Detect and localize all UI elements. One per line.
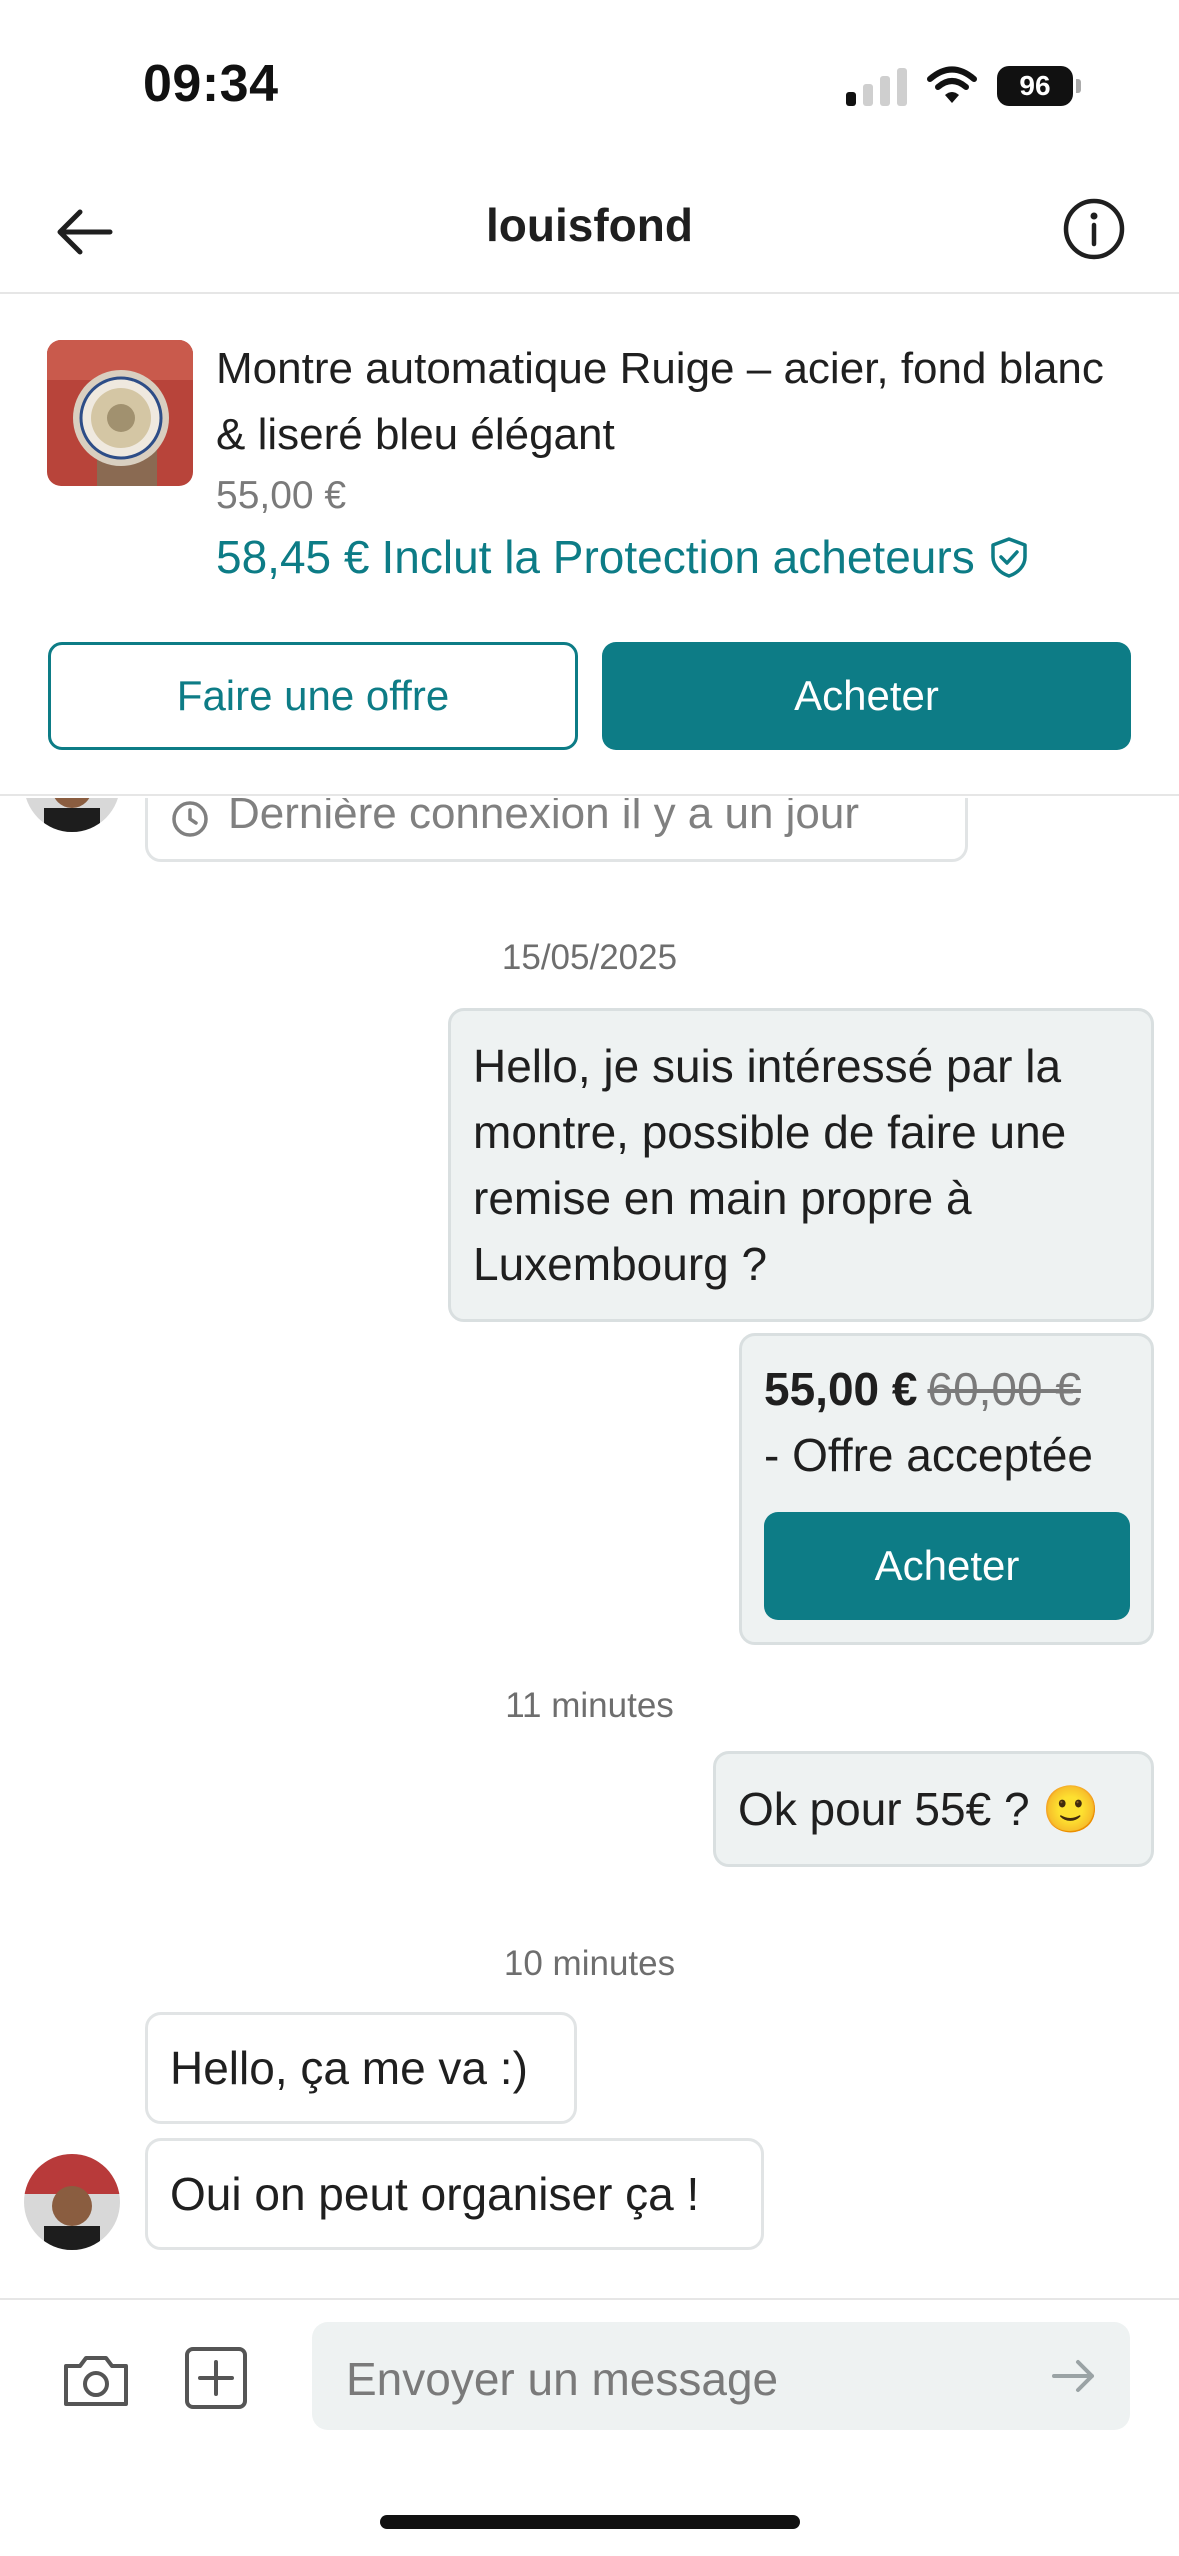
message-bubble-sent[interactable]: Hello, je suis intéressé par la montre, … xyxy=(448,1008,1154,1322)
status-bar: 09:34 96 xyxy=(0,0,1179,170)
conversation-title[interactable]: louisfond xyxy=(0,198,1179,252)
item-card: Montre automatique Ruige – acier, fond b… xyxy=(0,296,1179,796)
item-price: 55,00 € xyxy=(216,474,347,517)
date-separator: 15/05/2025 xyxy=(501,938,678,977)
shield-check-icon xyxy=(990,537,1027,578)
wifi-icon xyxy=(927,66,977,103)
cellular-signal-icon xyxy=(846,66,907,106)
battery-level: 96 xyxy=(997,66,1073,106)
home-indicator[interactable] xyxy=(380,2515,800,2529)
offer-price-line: 55,00 €60,00 € xyxy=(764,1356,1129,1422)
info-icon[interactable] xyxy=(1059,194,1129,264)
message-input[interactable]: Envoyer un message xyxy=(312,2322,1130,2430)
offer-message: 55,00 €60,00 € - Offre acceptée Acheter xyxy=(739,1333,1154,1645)
status-time: 09:34 xyxy=(143,55,279,113)
status-icons: 96 xyxy=(846,62,1081,110)
camera-icon[interactable] xyxy=(60,2348,132,2412)
last-seen-status: Dernière connexion il y a un jour xyxy=(145,798,968,862)
item-thumbnail[interactable] xyxy=(47,340,193,486)
conversation-header: louisfond xyxy=(0,170,1179,294)
buy-button[interactable]: Acheter xyxy=(602,642,1131,750)
message-bubble-received[interactable]: Hello, ça me va :) xyxy=(145,2012,577,2124)
message-bubble-received[interactable]: Oui on peut organiser ça ! xyxy=(145,2138,764,2250)
battery-icon: 96 xyxy=(997,66,1081,106)
message-list[interactable]: Dernière connexion il y a un jour 15/05/… xyxy=(0,798,1179,2300)
item-title[interactable]: Montre automatique Ruige – acier, fond b… xyxy=(216,336,1136,468)
avatar[interactable] xyxy=(24,2154,120,2250)
avatar[interactable] xyxy=(24,798,120,832)
offer-buy-button[interactable]: Acheter xyxy=(764,1512,1130,1620)
message-bubble-sent[interactable]: Ok pour 55€ ? 🙂 xyxy=(713,1751,1154,1867)
offer-old-price: 60,00 € xyxy=(927,1363,1081,1415)
last-seen-text: Dernière connexion il y a un jour xyxy=(228,798,860,838)
clock-icon xyxy=(172,801,208,837)
date-separator: 10 minutes xyxy=(503,1944,676,1983)
offer-status: - Offre acceptée xyxy=(764,1429,1093,1481)
protected-price: 58,45 € xyxy=(216,531,370,583)
make-offer-button[interactable]: Faire une offre xyxy=(48,642,578,750)
message-input-placeholder: Envoyer un message xyxy=(346,2353,779,2405)
send-arrow-icon[interactable] xyxy=(1048,2350,1100,2402)
chat-screen: 09:34 96 louisfond Montre automatique Ru… xyxy=(0,0,1179,2556)
add-attachment-icon[interactable] xyxy=(182,2344,250,2412)
buyer-protection-price[interactable]: 58,45 € Inclut la Protection acheteurs xyxy=(216,530,1031,584)
protection-label: Inclut la Protection acheteurs xyxy=(381,531,975,583)
date-separator: 11 minutes xyxy=(505,1686,674,1725)
offer-price: 55,00 € xyxy=(764,1363,918,1415)
